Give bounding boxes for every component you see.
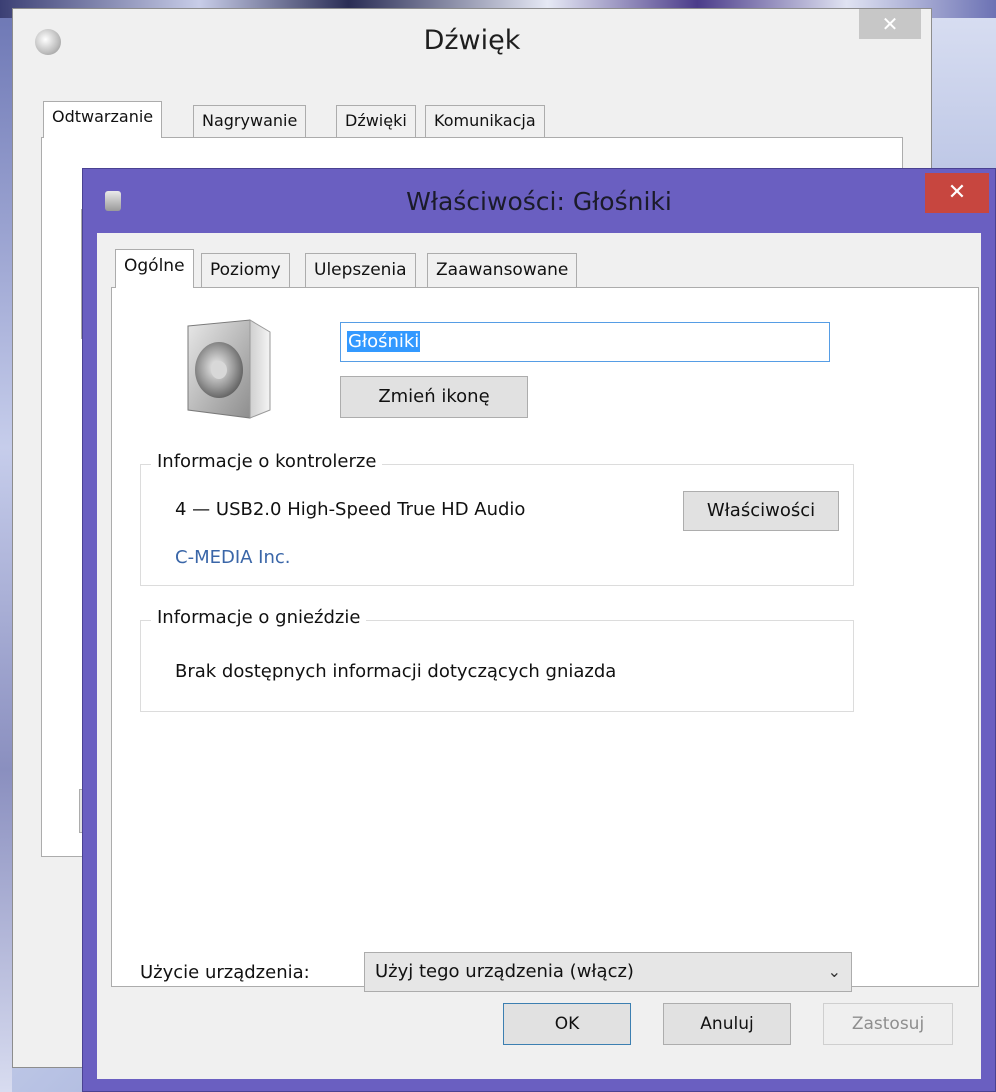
controller-properties-button[interactable]: Właściwości xyxy=(683,491,839,531)
cancel-button[interactable]: Anuluj xyxy=(663,1003,791,1045)
general-tab-panel: Głośniki Zmień ikonę Informacje o kontro… xyxy=(111,287,979,992)
jack-info-message: Brak dostępnych informacji dotyczących g… xyxy=(175,661,617,682)
tab-sounds[interactable]: Dźwięki xyxy=(336,105,416,137)
device-name-selected-text: Głośniki xyxy=(347,331,421,352)
tab-levels[interactable]: Poziomy xyxy=(201,253,290,287)
properties-titlebar[interactable]: Właściwości: Głośniki ✕ xyxy=(83,169,995,233)
tab-playback[interactable]: Odtwarzanie xyxy=(43,101,163,138)
sound-window-title: Dźwięk xyxy=(423,25,521,56)
controller-info-group: Informacje o kontrolerze 4 — USB2.0 High… xyxy=(140,451,854,586)
tab-enhancements[interactable]: Ulepszenia xyxy=(305,253,416,287)
ok-button[interactable]: OK xyxy=(503,1003,631,1045)
device-name-input[interactable]: Głośniki xyxy=(340,322,830,362)
properties-client-area: Ogólne Poziomy Ulepszenia Zaawansowane G… xyxy=(97,233,981,1079)
sound-window-close-button[interactable]: ✕ xyxy=(859,9,921,39)
tab-communications[interactable]: Komunikacja xyxy=(425,105,545,137)
device-usage-select[interactable]: Użyj tego urządzenia (włącz) ⌄ xyxy=(364,952,852,992)
sound-window-titlebar[interactable]: Dźwięk ✕ xyxy=(13,9,931,85)
chevron-down-icon: ⌄ xyxy=(827,962,841,981)
controller-vendor: C-MEDIA Inc. xyxy=(175,547,291,568)
device-usage-label: Użycie urządzenia: xyxy=(140,962,310,983)
jack-info-legend: Informacje o gnieździe xyxy=(151,607,367,628)
tab-advanced[interactable]: Zaawansowane xyxy=(427,253,578,287)
speaker-icon xyxy=(187,319,271,419)
device-usage-value: Użyj tego urządzenia (włącz) xyxy=(375,961,634,982)
controller-name: 4 — USB2.0 High-Speed True HD Audio xyxy=(175,499,526,520)
properties-window-title: Właściwości: Głośniki xyxy=(406,187,672,216)
controller-info-legend: Informacje o kontrolerze xyxy=(151,451,383,472)
jack-info-group: Informacje o gnieździe Brak dostępnych i… xyxy=(140,607,854,712)
properties-close-button[interactable]: ✕ xyxy=(925,173,989,213)
speaker-properties-window: Właściwości: Głośniki ✕ Ogólne Poziomy U… xyxy=(82,168,996,1092)
apply-button[interactable]: Zastosuj xyxy=(823,1003,953,1045)
tab-recording[interactable]: Nagrywanie xyxy=(193,105,307,137)
desktop-wallpaper-left xyxy=(0,18,12,1092)
tab-general[interactable]: Ogólne xyxy=(115,249,194,288)
change-icon-button[interactable]: Zmień ikonę xyxy=(340,376,528,418)
